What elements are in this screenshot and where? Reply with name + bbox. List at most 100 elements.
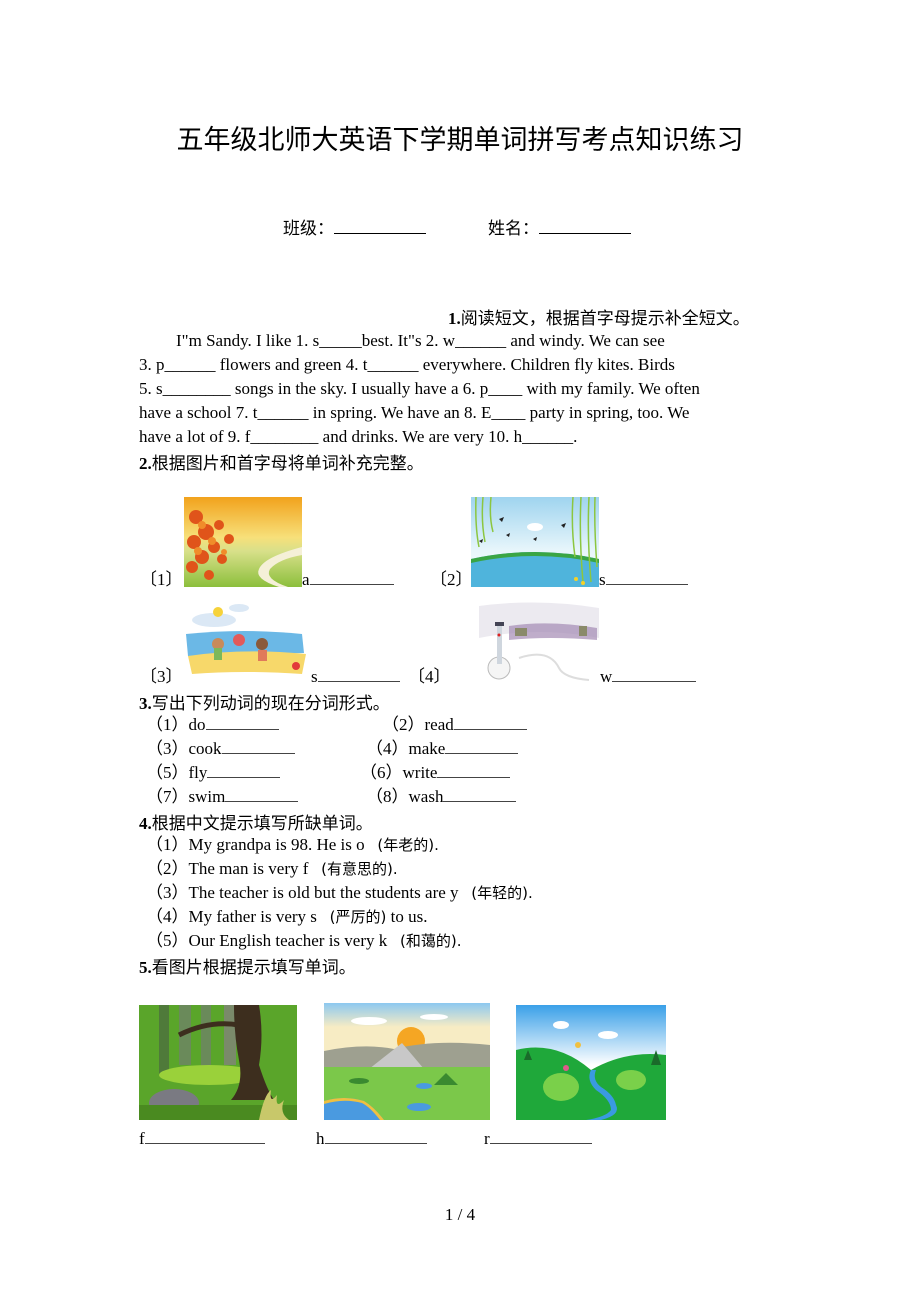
q3-item: （1）do [146, 713, 279, 737]
item-label: （1） [146, 715, 189, 734]
q5-number: 5. [139, 958, 152, 977]
q1-heading: 1.阅读短文，根据首字母提示补全短文。 [448, 304, 750, 329]
q3-item: （5）fly [146, 761, 281, 785]
q5-item-answer: r [484, 1127, 592, 1151]
q3-item: （3）cook [146, 737, 295, 761]
spring-scene-picture [471, 497, 599, 587]
q2-item-answer: a [302, 568, 394, 592]
item-label: （3） [146, 739, 189, 758]
item-word: swim [188, 787, 226, 806]
answer-blank[interactable] [445, 753, 519, 754]
q5-item-letter: f [139, 1129, 145, 1148]
item-label: （1） [146, 835, 189, 854]
q2-item-label: 〔3〕 [140, 667, 183, 686]
q3-item: （4）make [366, 737, 519, 761]
q3-heading-text: 写出下列动词的现在分词形式。 [151, 694, 390, 714]
summer-beach-picture [184, 598, 308, 676]
q3-heading: 3.写出下列动词的现在分词形式。 [139, 689, 390, 714]
item-label: （7） [146, 787, 189, 806]
q2-item-label: 〔4〕 [408, 667, 451, 686]
item-word: make [408, 739, 446, 758]
q3-number: 3. [139, 694, 152, 713]
item-label: （4） [366, 739, 409, 758]
item-text: Our English teacher is very k [188, 931, 388, 950]
answer-blank[interactable] [144, 1143, 265, 1144]
q3-item: （8）wash [366, 785, 517, 809]
answer-blank[interactable] [207, 777, 281, 778]
q1-line: I"m Sandy. I like 1. s_____best. It"s 2.… [176, 331, 665, 350]
answer-blank[interactable] [489, 1143, 592, 1144]
item-word: fly [188, 763, 208, 782]
item-word: wash [408, 787, 444, 806]
q4-number: 4. [139, 814, 152, 833]
q1-line: have a lot of 9. f________ and drinks. W… [139, 427, 578, 446]
page-number: 1 / 4 [444, 1205, 476, 1224]
answer-blank[interactable] [612, 681, 697, 682]
q2-item-label: 〔1〕 [140, 570, 183, 589]
answer-blank[interactable] [317, 681, 400, 682]
q2-item-answer: s [599, 568, 688, 592]
winter-snowman-picture [479, 598, 599, 684]
item-word: do [188, 715, 206, 734]
river-picture [516, 1005, 666, 1120]
class-label: 班级： [283, 219, 334, 239]
page-title: 五年级北师大英语下学期单词拼写考点知识练习 [176, 125, 744, 156]
q3-item: （7）swim [146, 785, 299, 809]
q5-item-answer: f [139, 1127, 265, 1151]
class-field: 班级： [283, 214, 426, 239]
q4-heading: 4.根据中文提示填写所缺单词。 [139, 809, 373, 834]
q2-number: 2. [139, 454, 152, 473]
item-label: （5） [146, 763, 189, 782]
q5-heading-text: 看图片根据提示填写单词。 [151, 958, 356, 978]
forest-picture [139, 1005, 297, 1120]
q2-item-letter: w [600, 667, 613, 686]
item-text: The teacher is old but the students are … [188, 883, 459, 902]
q1-number: 1. [448, 309, 461, 328]
item-word: read [424, 715, 454, 734]
q1-line: 5. s________ songs in the sky. I usually… [139, 379, 700, 398]
q4-item: （5）Our English teacher is very k (和蔼的). [146, 929, 461, 953]
q2-item-label: 〔2〕 [430, 570, 473, 589]
answer-blank[interactable] [453, 729, 527, 730]
item-word: write [402, 763, 438, 782]
q2-heading: 2.根据图片和首字母将单词补充完整。 [139, 449, 424, 474]
item-text: The man is very f [188, 859, 309, 878]
answer-blank[interactable] [205, 729, 279, 730]
q2-item-letter: a [302, 570, 310, 589]
item-label: （5） [146, 931, 189, 950]
answer-blank[interactable] [309, 584, 394, 585]
name-field: 姓名： [488, 214, 631, 239]
q3-item: （6）write [360, 761, 511, 785]
answer-blank[interactable] [437, 777, 511, 778]
q1-heading-text: 阅读短文，根据首字母提示补全短文。 [460, 309, 750, 329]
item-hint: (年老的). [377, 836, 439, 854]
answer-blank[interactable] [443, 801, 517, 802]
answer-blank[interactable] [324, 1143, 427, 1144]
item-hint: (和蔼的). [400, 932, 462, 950]
answer-blank[interactable] [225, 801, 299, 802]
item-hint: (年轻的). [471, 884, 533, 902]
q5-item-letter: h [316, 1129, 325, 1148]
item-word: cook [188, 739, 222, 758]
class-blank[interactable] [334, 219, 426, 234]
q2-item-letter: s [599, 570, 606, 589]
q1-line: 3. p______ flowers and green 4. t______ … [139, 355, 675, 374]
answer-blank[interactable] [605, 584, 688, 585]
q4-heading-text: 根据中文提示填写所缺单词。 [151, 814, 373, 834]
q5-item-letter: r [484, 1129, 490, 1148]
q4-item: （2）The man is very f (有意思的). [146, 857, 398, 881]
item-text: My father is very s [188, 907, 317, 926]
answer-blank[interactable] [221, 753, 295, 754]
item-text: My grandpa is 98. He is o [188, 835, 365, 854]
q4-item: （1）My grandpa is 98. He is o (年老的). [146, 833, 439, 857]
name-blank[interactable] [539, 219, 631, 234]
name-label: 姓名： [488, 219, 539, 239]
q4-item: （4）My father is very s (严厉的) to us. [146, 905, 427, 929]
hill-picture [324, 1003, 490, 1120]
item-label: （8） [366, 787, 409, 806]
q2-item-answer: w [600, 665, 697, 689]
q1-line: have a school 7. t______ in spring. We h… [139, 403, 690, 422]
q3-item: （2）read [382, 713, 527, 737]
item-label: （6） [360, 763, 403, 782]
item-label: （3） [146, 883, 189, 902]
